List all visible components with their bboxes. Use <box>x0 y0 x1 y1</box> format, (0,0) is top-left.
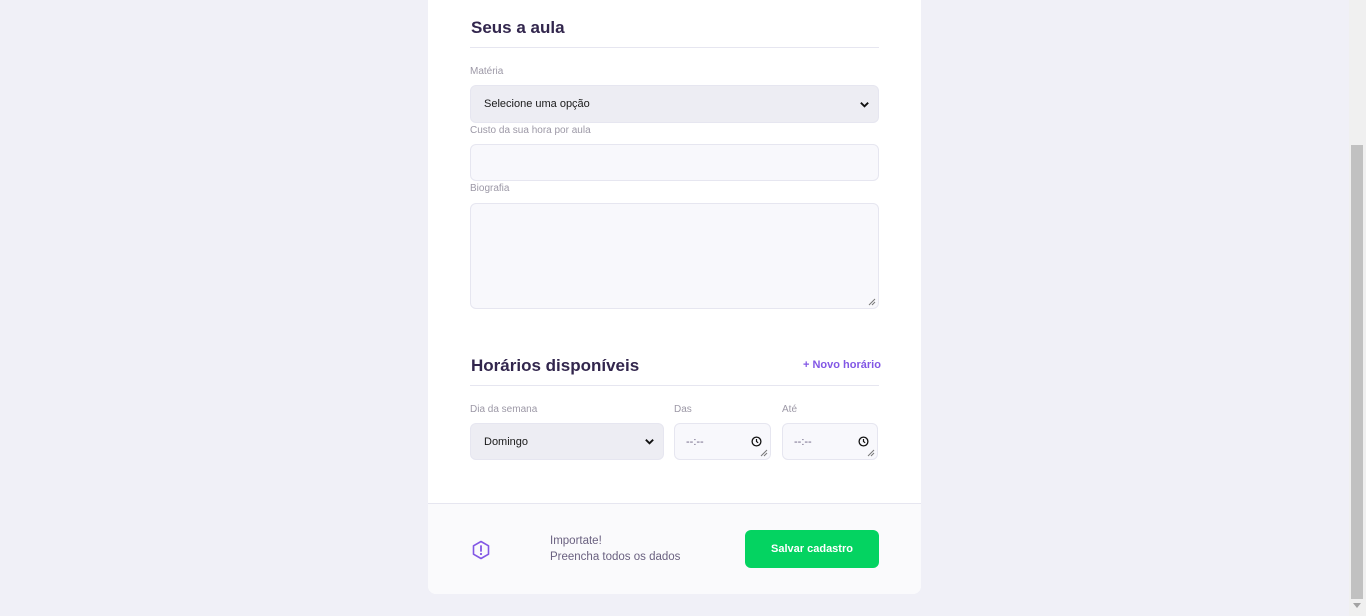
subject-label: Matéria <box>470 66 504 77</box>
cost-label: Custo da sua hora por aula <box>470 125 591 136</box>
clock-icon[interactable] <box>751 436 762 447</box>
chevron-down-icon <box>860 101 869 108</box>
save-button[interactable]: Salvar cadastro <box>745 530 879 568</box>
new-schedule-link[interactable]: + Novo horário <box>803 359 881 371</box>
warning-message: Importate! Preencha todos os dados <box>550 533 680 565</box>
resize-handle-icon[interactable] <box>867 449 875 457</box>
subject-select-value: Selecione uma opção <box>484 98 590 110</box>
cost-input[interactable] <box>470 144 879 181</box>
clock-icon[interactable] <box>858 436 869 447</box>
page-scrollbar[interactable] <box>1349 0 1366 616</box>
warning-text: Preencha todos os dados <box>550 551 681 563</box>
form-card: Seus a aula Matéria Selecione uma opção … <box>428 0 921 594</box>
scroll-down-arrow-icon[interactable] <box>1353 603 1361 608</box>
class-section-title: Seus a aula <box>471 18 565 37</box>
warning-icon <box>472 540 490 560</box>
bio-textarea[interactable] <box>470 203 879 309</box>
weekday-select-value: Domingo <box>484 435 529 448</box>
from-time-input[interactable]: --:-- <box>674 423 771 460</box>
schedule-section-title: Horários disponíveis <box>471 356 640 375</box>
scrollbar-thumb[interactable] <box>1351 145 1363 599</box>
subject-select[interactable]: Selecione uma opção <box>470 85 879 123</box>
to-label: Até <box>782 404 798 415</box>
warning-title: Importate! <box>550 535 602 547</box>
resize-handle-icon[interactable] <box>760 449 768 457</box>
weekday-label: Dia da semana <box>470 404 538 415</box>
from-label: Das <box>674 404 692 415</box>
weekday-select[interactable]: Domingo <box>470 423 664 460</box>
to-time-input[interactable]: --:-- <box>782 423 878 460</box>
from-time-value: --:-- <box>686 435 704 448</box>
section-divider <box>470 47 879 48</box>
resize-handle-icon[interactable] <box>868 298 876 306</box>
form-footer: Importate! Preencha todos os dados Salva… <box>428 503 921 594</box>
to-time-value: --:-- <box>794 435 812 448</box>
section-divider <box>470 385 879 386</box>
chevron-down-icon <box>645 439 654 445</box>
bio-label: Biografia <box>470 183 510 194</box>
